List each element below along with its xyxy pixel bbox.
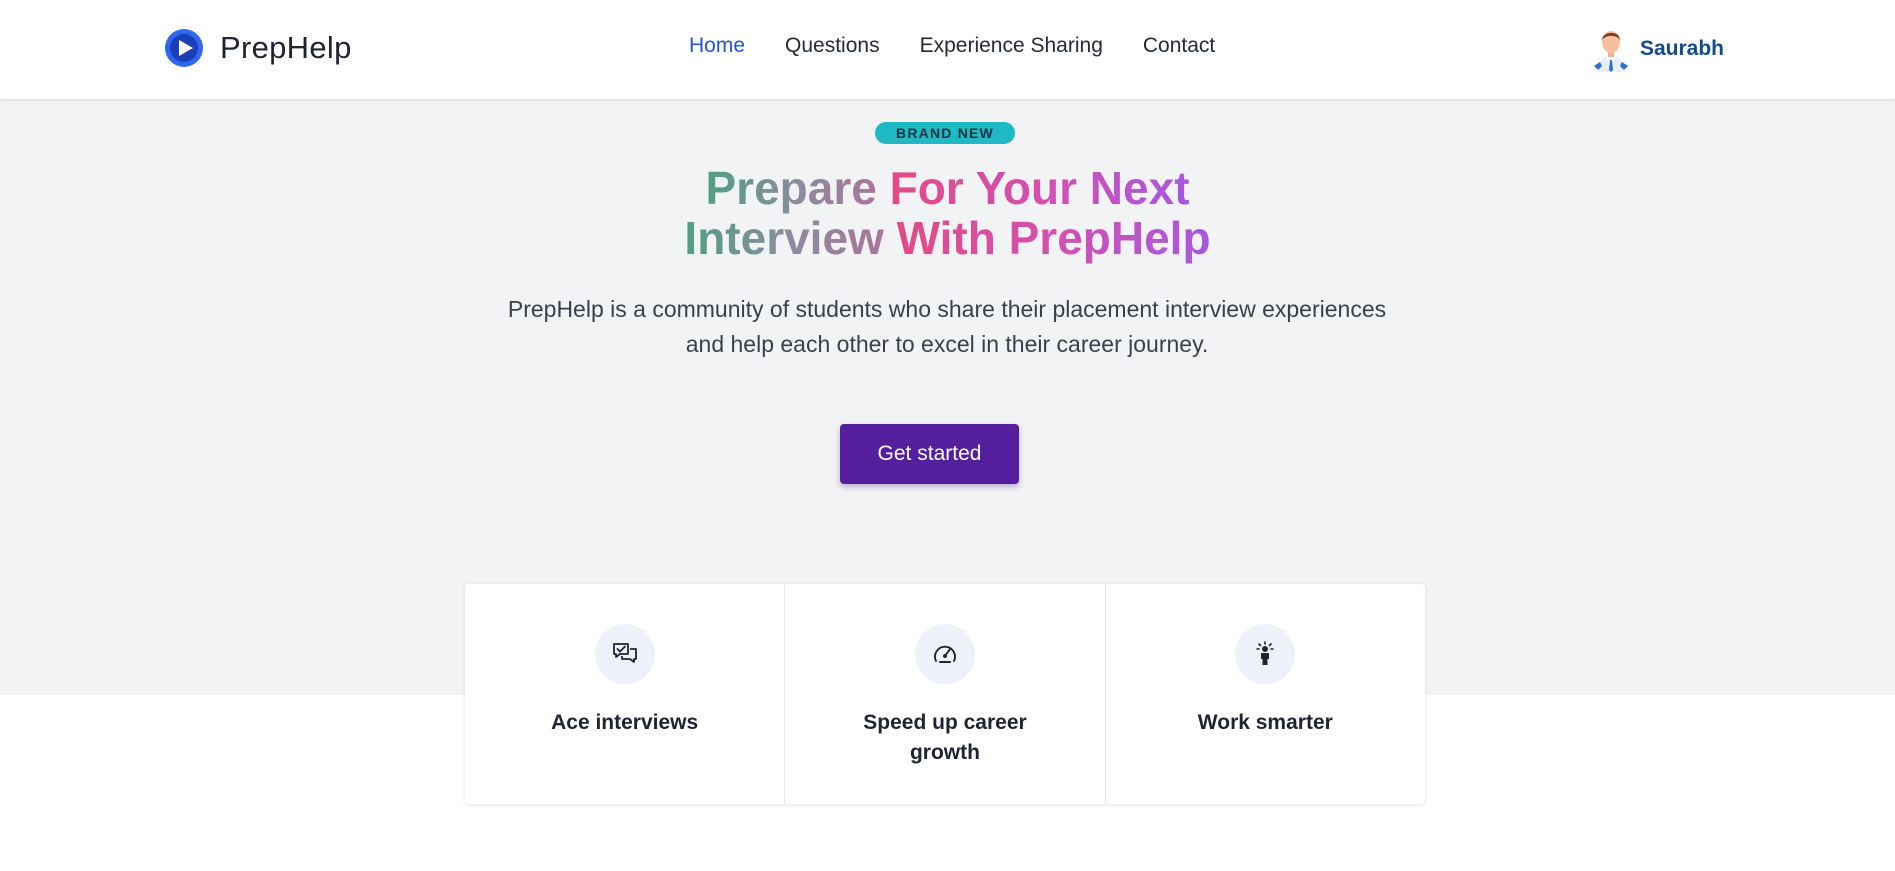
- nav-questions[interactable]: Questions: [785, 34, 880, 58]
- hero-description: PrepHelp is a community of students who …: [507, 296, 1387, 357]
- user-avatar-icon: [1593, 31, 1628, 72]
- hero-title-part: Interview: [684, 212, 897, 264]
- nav-experience-sharing[interactable]: Experience Sharing: [920, 34, 1103, 58]
- page: PrepHelp Home Questions Experience Shari…: [0, 0, 1895, 871]
- hero-title: Prepare For Your Next Interview With Pre…: [0, 163, 1895, 263]
- feature-title: Ace interviews: [551, 711, 699, 734]
- feature-icon-wrap: [594, 624, 655, 684]
- feature-card[interactable]: Ace interviews: [465, 584, 786, 804]
- main-nav: Home Questions Experience Sharing Contac…: [689, 34, 1215, 58]
- feature-card[interactable]: Work smarter: [1106, 584, 1425, 804]
- user-menu[interactable]: Saurabh: [1592, 26, 1724, 72]
- brand-name: PrepHelp: [220, 30, 352, 65]
- get-started-button[interactable]: Get started: [840, 424, 1019, 484]
- speedometer-icon: [934, 645, 956, 663]
- feature-icon-wrap: [914, 624, 975, 684]
- hero-title-line-1: Prepare For Your Next: [0, 163, 1895, 213]
- feature-title: Speed up career growth: [863, 711, 1027, 764]
- play-circle-icon: [165, 29, 203, 67]
- feature-icon-wrap: [1235, 624, 1296, 684]
- nav-contact[interactable]: Contact: [1143, 34, 1215, 58]
- nav-home[interactable]: Home: [689, 34, 745, 58]
- hero-title-part: Prepare: [705, 162, 890, 214]
- brand-new-badge: BRAND NEW: [875, 122, 1015, 144]
- hero-title-part: For Your Next: [889, 162, 1190, 214]
- chat-bubbles-icon: [612, 643, 637, 663]
- features-panel: Ace interviews Speed up career growth Wo…: [465, 584, 1425, 804]
- feature-title: Work smarter: [1197, 711, 1333, 734]
- feature-card[interactable]: Speed up career growth: [785, 584, 1106, 804]
- brand-logo[interactable]: PrepHelp: [164, 27, 352, 69]
- hero-title-line-2: Interview With PrepHelp: [0, 213, 1895, 263]
- person-idea-icon: [1256, 641, 1275, 665]
- top-header: PrepHelp Home Questions Experience Shari…: [0, 0, 1895, 99]
- hero-title-part: With PrepHelp: [896, 212, 1211, 264]
- user-name: Saurabh: [1639, 37, 1724, 60]
